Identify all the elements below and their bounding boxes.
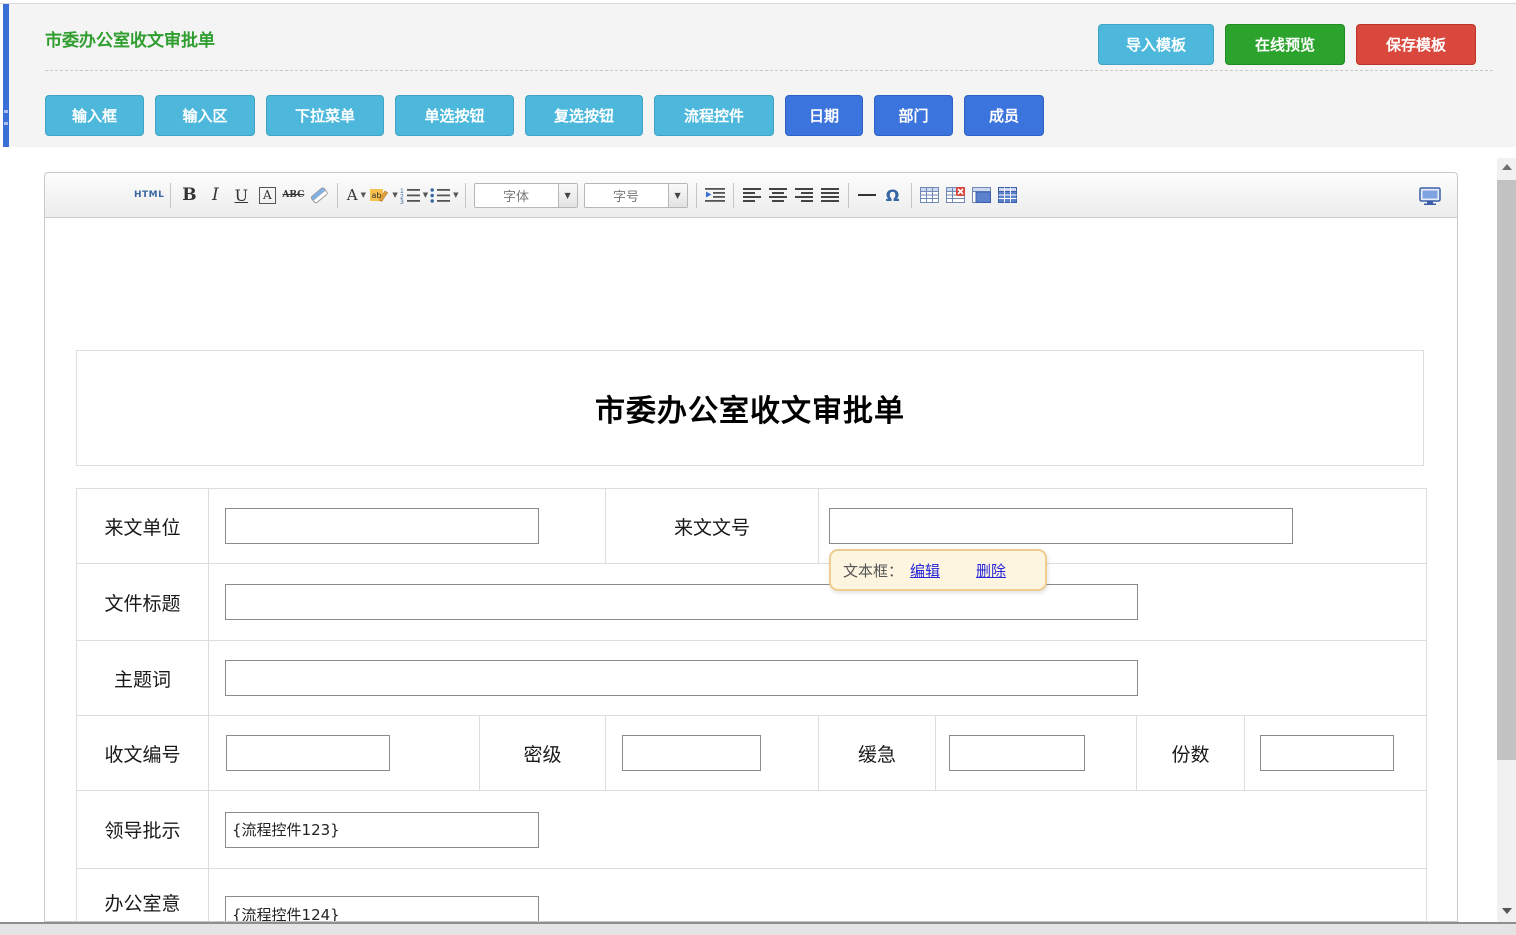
form-builder-header: 市委办公室收文审批单 导入模板 在线预览 保存模板 输入框 输入区 下拉菜单 单… bbox=[9, 4, 1516, 147]
template-actions: 导入模板 在线预览 保存模板 bbox=[1098, 24, 1476, 65]
toolbar-separator bbox=[465, 183, 466, 208]
table-row: 文件标题 bbox=[77, 564, 1427, 641]
toolbar-separator bbox=[733, 183, 734, 208]
underline-icon[interactable]: U bbox=[228, 182, 254, 208]
field-label: 份数 bbox=[1137, 716, 1245, 791]
align-left-icon[interactable] bbox=[739, 182, 765, 208]
bullet-list-icon[interactable]: ▼ bbox=[429, 182, 459, 208]
form-control-palette: 输入框 输入区 下拉菜单 单选按钮 复选按钮 流程控件 日期 部门 成员 bbox=[45, 95, 1044, 136]
editor-canvas[interactable]: 市委办公室收文审批单 来文单位 来文文号 文件标题 主 bbox=[45, 218, 1457, 921]
receipt-number-input[interactable] bbox=[226, 735, 390, 771]
incoming-unit-input[interactable] bbox=[225, 508, 539, 544]
table-row: 办公室意 bbox=[77, 869, 1427, 922]
approval-form-table: 来文单位 来文文号 文件标题 主题词 收文编号 密级 bbox=[76, 488, 1427, 921]
document-title: 市委办公室收文审批单 bbox=[595, 386, 905, 430]
secrecy-level-input[interactable] bbox=[622, 735, 761, 771]
incoming-doc-number-input[interactable] bbox=[829, 508, 1293, 544]
control-checkbox-button[interactable]: 复选按钮 bbox=[525, 95, 643, 136]
table-row: 来文单位 来文文号 bbox=[77, 489, 1427, 564]
horizontal-rule-icon[interactable] bbox=[854, 182, 880, 208]
field-label: 领导批示 bbox=[77, 791, 209, 869]
scroll-down-arrow-icon[interactable] bbox=[1497, 902, 1516, 920]
edit-link[interactable]: 编辑 bbox=[910, 560, 940, 581]
fullscreen-monitor-icon[interactable] bbox=[1417, 183, 1443, 209]
toolbar-separator bbox=[911, 183, 912, 208]
delete-link[interactable]: 删除 bbox=[976, 560, 1006, 581]
highlight-color-icon[interactable]: ab ▼ bbox=[369, 182, 398, 208]
table-properties-icon[interactable] bbox=[969, 182, 995, 208]
table-row: 主题词 bbox=[77, 641, 1427, 716]
tooltip-label: 文本框： bbox=[843, 560, 903, 581]
align-center-icon[interactable] bbox=[765, 182, 791, 208]
save-template-button[interactable]: 保存模板 bbox=[1356, 24, 1476, 65]
bold-icon[interactable]: B bbox=[176, 182, 202, 208]
field-label: 缓急 bbox=[819, 716, 936, 791]
widget-context-tooltip: 文本框： 编辑 删除 bbox=[829, 549, 1047, 591]
chevron-down-icon[interactable]: ▼ bbox=[558, 184, 577, 207]
field-label: 收文编号 bbox=[77, 716, 209, 791]
dashed-divider bbox=[45, 70, 1493, 71]
eraser-icon[interactable] bbox=[306, 182, 332, 208]
bottom-scroll-strip bbox=[0, 922, 1516, 935]
font-size-select[interactable]: 字号 ▼ bbox=[584, 183, 688, 208]
field-label: 来文单位 bbox=[77, 489, 209, 564]
cut-off-panel-icon bbox=[4, 122, 8, 125]
cut-off-panel-icon bbox=[4, 110, 8, 113]
font-family-select[interactable]: 字体 ▼ bbox=[474, 183, 578, 208]
leader-comments-input[interactable] bbox=[225, 812, 539, 848]
italic-icon[interactable]: I bbox=[202, 182, 228, 208]
editor-toolbar: HTML B I U A ABC A▼ ab ▼ 123 ▼ ▼ bbox=[45, 173, 1457, 218]
delete-table-icon[interactable] bbox=[943, 182, 969, 208]
toolbar-separator bbox=[337, 183, 338, 208]
field-label: 来文文号 bbox=[606, 489, 819, 564]
field-label: 主题词 bbox=[77, 641, 209, 716]
svg-text:3: 3 bbox=[400, 199, 404, 204]
control-date-button[interactable]: 日期 bbox=[785, 95, 863, 136]
import-template-button[interactable]: 导入模板 bbox=[1098, 24, 1214, 65]
font-color-icon[interactable]: A▼ bbox=[343, 182, 369, 208]
html-source-icon[interactable]: HTML bbox=[133, 182, 165, 208]
control-member-button[interactable]: 成员 bbox=[964, 95, 1044, 136]
copies-count-input[interactable] bbox=[1260, 735, 1394, 771]
insert-table-icon[interactable] bbox=[917, 182, 943, 208]
strikethrough-icon[interactable]: ABC bbox=[280, 182, 306, 208]
special-character-icon[interactable]: Ω bbox=[880, 182, 906, 208]
table-row: 收文编号 密级 缓急 份数 bbox=[77, 716, 1427, 791]
ordered-list-icon[interactable]: 123 ▼ bbox=[399, 182, 429, 208]
control-textarea-button[interactable]: 输入区 bbox=[155, 95, 255, 136]
chevron-down-icon[interactable]: ▼ bbox=[668, 184, 687, 207]
table-row: 领导批示 bbox=[77, 791, 1427, 869]
toolbar-separator bbox=[696, 183, 697, 208]
scroll-up-arrow-icon[interactable] bbox=[1497, 158, 1516, 176]
control-dropdown-button[interactable]: 下拉菜单 bbox=[266, 95, 384, 136]
align-justify-icon[interactable] bbox=[817, 182, 843, 208]
rich-text-editor: HTML B I U A ABC A▼ ab ▼ 123 ▼ ▼ bbox=[44, 172, 1458, 922]
subject-words-input[interactable] bbox=[225, 660, 1138, 696]
field-label: 密级 bbox=[480, 716, 606, 791]
boxed-a-icon[interactable]: A bbox=[254, 182, 280, 208]
page-title: 市委办公室收文审批单 bbox=[45, 26, 215, 51]
screen: 市委办公室收文审批单 导入模板 在线预览 保存模板 输入框 输入区 下拉菜单 单… bbox=[0, 0, 1516, 935]
scrollbar-thumb[interactable] bbox=[1497, 180, 1516, 760]
urgency-input[interactable] bbox=[949, 735, 1085, 771]
toolbar-separator bbox=[170, 183, 171, 208]
indent-icon[interactable] bbox=[702, 182, 728, 208]
field-label: 办公室意 bbox=[77, 869, 209, 922]
control-input-box-button[interactable]: 输入框 bbox=[45, 95, 144, 136]
online-preview-button[interactable]: 在线预览 bbox=[1225, 24, 1345, 65]
office-opinion-input[interactable] bbox=[225, 896, 539, 921]
cell-properties-icon[interactable] bbox=[995, 182, 1021, 208]
control-department-button[interactable]: 部门 bbox=[874, 95, 953, 136]
document-title-cell: 市委办公室收文审批单 bbox=[76, 350, 1424, 466]
align-right-icon[interactable] bbox=[791, 182, 817, 208]
field-label: 文件标题 bbox=[77, 564, 209, 641]
toolbar-separator bbox=[848, 183, 849, 208]
control-flow-widget-button[interactable]: 流程控件 bbox=[654, 95, 774, 136]
control-radio-button[interactable]: 单选按钮 bbox=[395, 95, 514, 136]
vertical-scrollbar[interactable] bbox=[1497, 158, 1516, 922]
